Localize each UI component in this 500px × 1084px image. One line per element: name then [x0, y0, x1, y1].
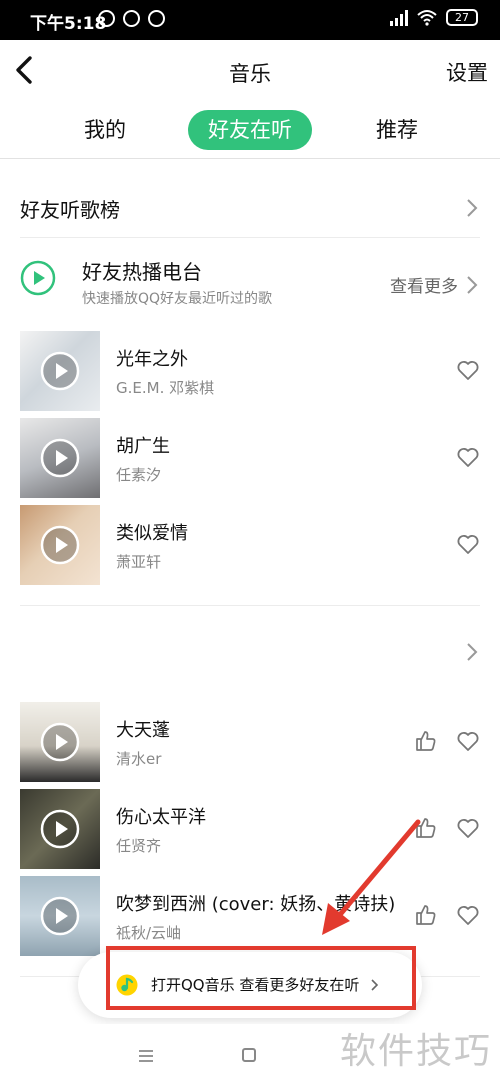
tab-recommend[interactable]: 推荐 [352, 110, 442, 150]
section-header-row[interactable] [0, 628, 500, 676]
open-qq-music-banner[interactable]: 打开QQ音乐 查看更多好友在听 [78, 952, 422, 1018]
qq-music-logo-icon [116, 974, 138, 996]
song-title: 吹梦到西洲 (cover: 妖扬、黄诗扶) [116, 894, 396, 915]
song-row[interactable]: 大天蓬 清水er [0, 702, 500, 782]
album-cover[interactable] [20, 789, 100, 869]
play-icon[interactable] [40, 896, 80, 936]
thumbs-up-icon[interactable] [414, 816, 438, 840]
thumbs-up-icon[interactable] [414, 729, 438, 753]
album-cover[interactable] [20, 418, 100, 498]
friends-chart-label: 好友听歌榜 [20, 198, 120, 222]
song-title: 大天蓬 [116, 720, 170, 741]
settings-button[interactable]: 设置 [446, 57, 488, 87]
heart-icon[interactable] [456, 816, 480, 840]
song-artist: 萧亚轩 [116, 553, 162, 571]
menu-icon[interactable] [138, 1050, 154, 1062]
play-icon[interactable] [40, 722, 80, 762]
friends-radio-row[interactable]: 好友热播电台 快速播放QQ好友最近听过的歌 查看更多 [0, 246, 500, 316]
chevron-right-icon [467, 643, 478, 661]
song-artist: 祗秋/云岫 [116, 924, 182, 942]
song-artist: G.E.M. 邓紫棋 [116, 379, 215, 397]
signal-icon [390, 9, 408, 26]
section-divider [20, 237, 480, 238]
page-title: 音乐 [229, 62, 271, 86]
chevron-right-icon [467, 276, 478, 294]
tab-friends-listening[interactable]: 好友在听 [188, 110, 312, 150]
play-circle-icon[interactable] [20, 260, 56, 296]
see-more-link[interactable]: 查看更多 [390, 272, 458, 297]
play-icon[interactable] [40, 809, 80, 849]
album-cover[interactable] [20, 331, 100, 411]
radio-title: 好友热播电台 [82, 260, 202, 284]
app-notification-icon [148, 10, 165, 27]
song-title: 胡广生 [116, 436, 170, 457]
song-artist: 任贤齐 [116, 837, 162, 855]
chevron-right-icon [371, 979, 379, 991]
album-cover[interactable] [20, 876, 100, 956]
song-title: 光年之外 [116, 349, 188, 370]
status-time: 下午5:18 [30, 14, 107, 34]
song-row[interactable]: 伤心太平洋 任贤齐 [0, 789, 500, 869]
album-cover[interactable] [20, 702, 100, 782]
album-cover[interactable] [20, 505, 100, 585]
song-title: 类似爱情 [116, 523, 188, 544]
song-title: 伤心太平洋 [116, 807, 206, 828]
tab-bar: 我的 好友在听 推荐 [0, 106, 500, 158]
alarm-icon [98, 10, 115, 27]
song-artist: 清水er [116, 750, 162, 768]
friends-chart-row[interactable]: 好友听歌榜 [0, 178, 500, 236]
heart-icon[interactable] [456, 358, 480, 382]
tab-mine[interactable]: 我的 [60, 110, 150, 150]
song-row[interactable]: 吹梦到西洲 (cover: 妖扬、黄诗扶) 祗秋/云岫 [0, 876, 500, 956]
thumbs-up-icon[interactable] [414, 903, 438, 927]
heart-icon[interactable] [456, 445, 480, 469]
status-bar: 下午5:18 27 [0, 0, 500, 40]
tab-divider [0, 158, 500, 159]
play-icon[interactable] [40, 351, 80, 391]
song-row[interactable]: 类似爱情 萧亚轩 [0, 505, 500, 585]
play-icon[interactable] [40, 525, 80, 565]
battery-icon: 27 [446, 9, 478, 26]
qq-notification-icon [123, 10, 140, 27]
heart-icon[interactable] [456, 532, 480, 556]
section-divider [20, 605, 480, 606]
watermark-text: 软件技巧 [339, 1031, 492, 1072]
chevron-right-icon [467, 199, 478, 217]
play-icon[interactable] [40, 438, 80, 478]
song-row[interactable]: 胡广生 任素汐 [0, 418, 500, 498]
radio-subtitle: 快速播放QQ好友最近听过的歌 [82, 291, 273, 307]
heart-icon[interactable] [456, 903, 480, 927]
home-button-icon[interactable] [242, 1048, 256, 1062]
status-notification-icons [98, 10, 165, 27]
open-qq-music-text: 打开QQ音乐 查看更多好友在听 [151, 976, 360, 994]
wifi-icon [417, 10, 437, 26]
heart-icon[interactable] [456, 729, 480, 753]
song-artist: 任素汐 [116, 466, 162, 484]
song-row[interactable]: 光年之外 G.E.M. 邓紫棋 [0, 331, 500, 411]
top-bar: 音乐 设置 [0, 40, 500, 102]
